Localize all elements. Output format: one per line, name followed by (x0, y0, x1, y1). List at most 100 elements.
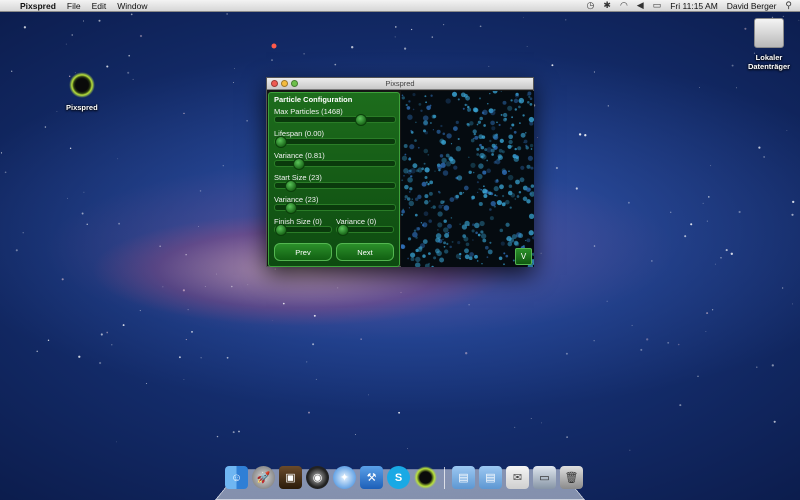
star (334, 63, 337, 66)
safari-icon[interactable]: ✦ (333, 466, 356, 489)
particle (443, 245, 446, 248)
trash-icon[interactable]: 🗑 (560, 466, 583, 489)
star (86, 223, 88, 225)
photo-booth-icon[interactable]: ▣ (279, 466, 302, 489)
star (394, 36, 396, 38)
particle (513, 130, 517, 134)
slider-knob[interactable] (275, 136, 287, 148)
slider-knob[interactable] (337, 224, 349, 236)
particle (482, 188, 488, 194)
mail-icon[interactable]: ✉ (506, 466, 529, 489)
spotlight-icon[interactable]: ⚲ (785, 0, 792, 11)
star (575, 187, 578, 190)
prev-button[interactable]: Prev (274, 243, 332, 261)
particle (403, 175, 405, 177)
star (271, 320, 273, 321)
star (400, 291, 402, 293)
particle (436, 129, 441, 134)
battery-icon[interactable]: ▭ (653, 0, 662, 11)
particle (493, 186, 499, 192)
window-titlebar[interactable]: Pixspred (267, 78, 533, 90)
particle (428, 252, 431, 255)
particle (453, 165, 458, 170)
particle (490, 200, 496, 207)
slider-knob[interactable] (292, 158, 305, 170)
particle (483, 185, 485, 188)
star (705, 331, 707, 332)
desktop-icon-drive[interactable]: Lokaler Datenträger (743, 18, 795, 71)
particle (517, 146, 522, 151)
particle-preview[interactable]: V (401, 91, 534, 267)
wifi-icon[interactable]: ◠ (620, 0, 628, 11)
window-menu[interactable]: Window (117, 1, 147, 11)
file-menu[interactable]: File (67, 1, 81, 11)
particle (410, 252, 416, 258)
particle (478, 163, 484, 169)
bluetooth-icon[interactable]: ✱ (603, 0, 611, 11)
particle (511, 116, 514, 119)
lifespan-variance-slider[interactable] (274, 158, 396, 170)
star (117, 158, 119, 160)
star (398, 411, 401, 414)
start-size-variance-slider[interactable] (274, 202, 396, 214)
preview-icon[interactable]: ▭ (533, 466, 556, 489)
particle (469, 252, 474, 257)
particle (408, 207, 410, 209)
star (81, 212, 84, 215)
xcode-icon[interactable]: ⚒ (360, 466, 383, 489)
star (541, 422, 542, 424)
slider-knob[interactable] (284, 202, 297, 214)
particle (437, 164, 442, 170)
star (407, 448, 408, 450)
particle (527, 101, 530, 104)
slider-knob[interactable] (275, 224, 287, 236)
time-machine-icon[interactable]: ◷ (587, 0, 595, 11)
particle (476, 147, 480, 151)
slider-knob[interactable] (284, 180, 297, 192)
desktop-icon-pixspred[interactable]: Pixspred (66, 72, 98, 112)
volume-icon[interactable]: ◀ (637, 0, 644, 11)
particle (506, 237, 509, 241)
particle (450, 217, 453, 219)
particle (408, 200, 415, 207)
finish-size-slider[interactable] (274, 224, 332, 236)
star (488, 65, 490, 67)
star (540, 252, 542, 254)
particle (428, 191, 433, 196)
particle (513, 98, 519, 104)
dvd-player-icon[interactable]: ◉ (306, 466, 329, 489)
particle (464, 103, 467, 107)
star (159, 245, 161, 247)
documents-folder-icon[interactable]: ▤ (479, 466, 502, 489)
particle (457, 137, 460, 141)
star (443, 24, 445, 26)
particle (407, 177, 413, 183)
particle (467, 105, 470, 109)
clock[interactable]: Fri 11:15 AM (670, 1, 718, 11)
user-menu[interactable]: David Berger (727, 1, 777, 11)
particle (518, 233, 524, 239)
launchpad-icon[interactable]: 🚀 (252, 466, 275, 489)
particle (491, 153, 494, 156)
app-menu[interactable]: Pixspred (20, 1, 56, 11)
star (607, 105, 609, 107)
particle (476, 153, 480, 156)
max-particles-slider[interactable] (274, 114, 396, 126)
edit-menu[interactable]: Edit (92, 1, 107, 11)
v-button[interactable]: V (515, 248, 532, 265)
applications-folder-icon[interactable]: ▤ (452, 466, 475, 489)
pixspred-icon[interactable] (414, 466, 437, 489)
finder-icon[interactable]: ☺ (225, 466, 248, 489)
finish-variance-slider[interactable] (336, 224, 394, 236)
next-button[interactable]: Next (336, 243, 394, 261)
particle (438, 204, 443, 209)
particle (415, 169, 419, 173)
star (627, 201, 630, 204)
particle (401, 179, 404, 182)
lifespan-slider[interactable] (274, 136, 396, 148)
star (593, 245, 596, 247)
particle (455, 120, 459, 125)
skype-icon[interactable]: S (387, 466, 410, 489)
start-size-slider[interactable] (274, 180, 396, 192)
slider-knob[interactable] (355, 114, 368, 126)
